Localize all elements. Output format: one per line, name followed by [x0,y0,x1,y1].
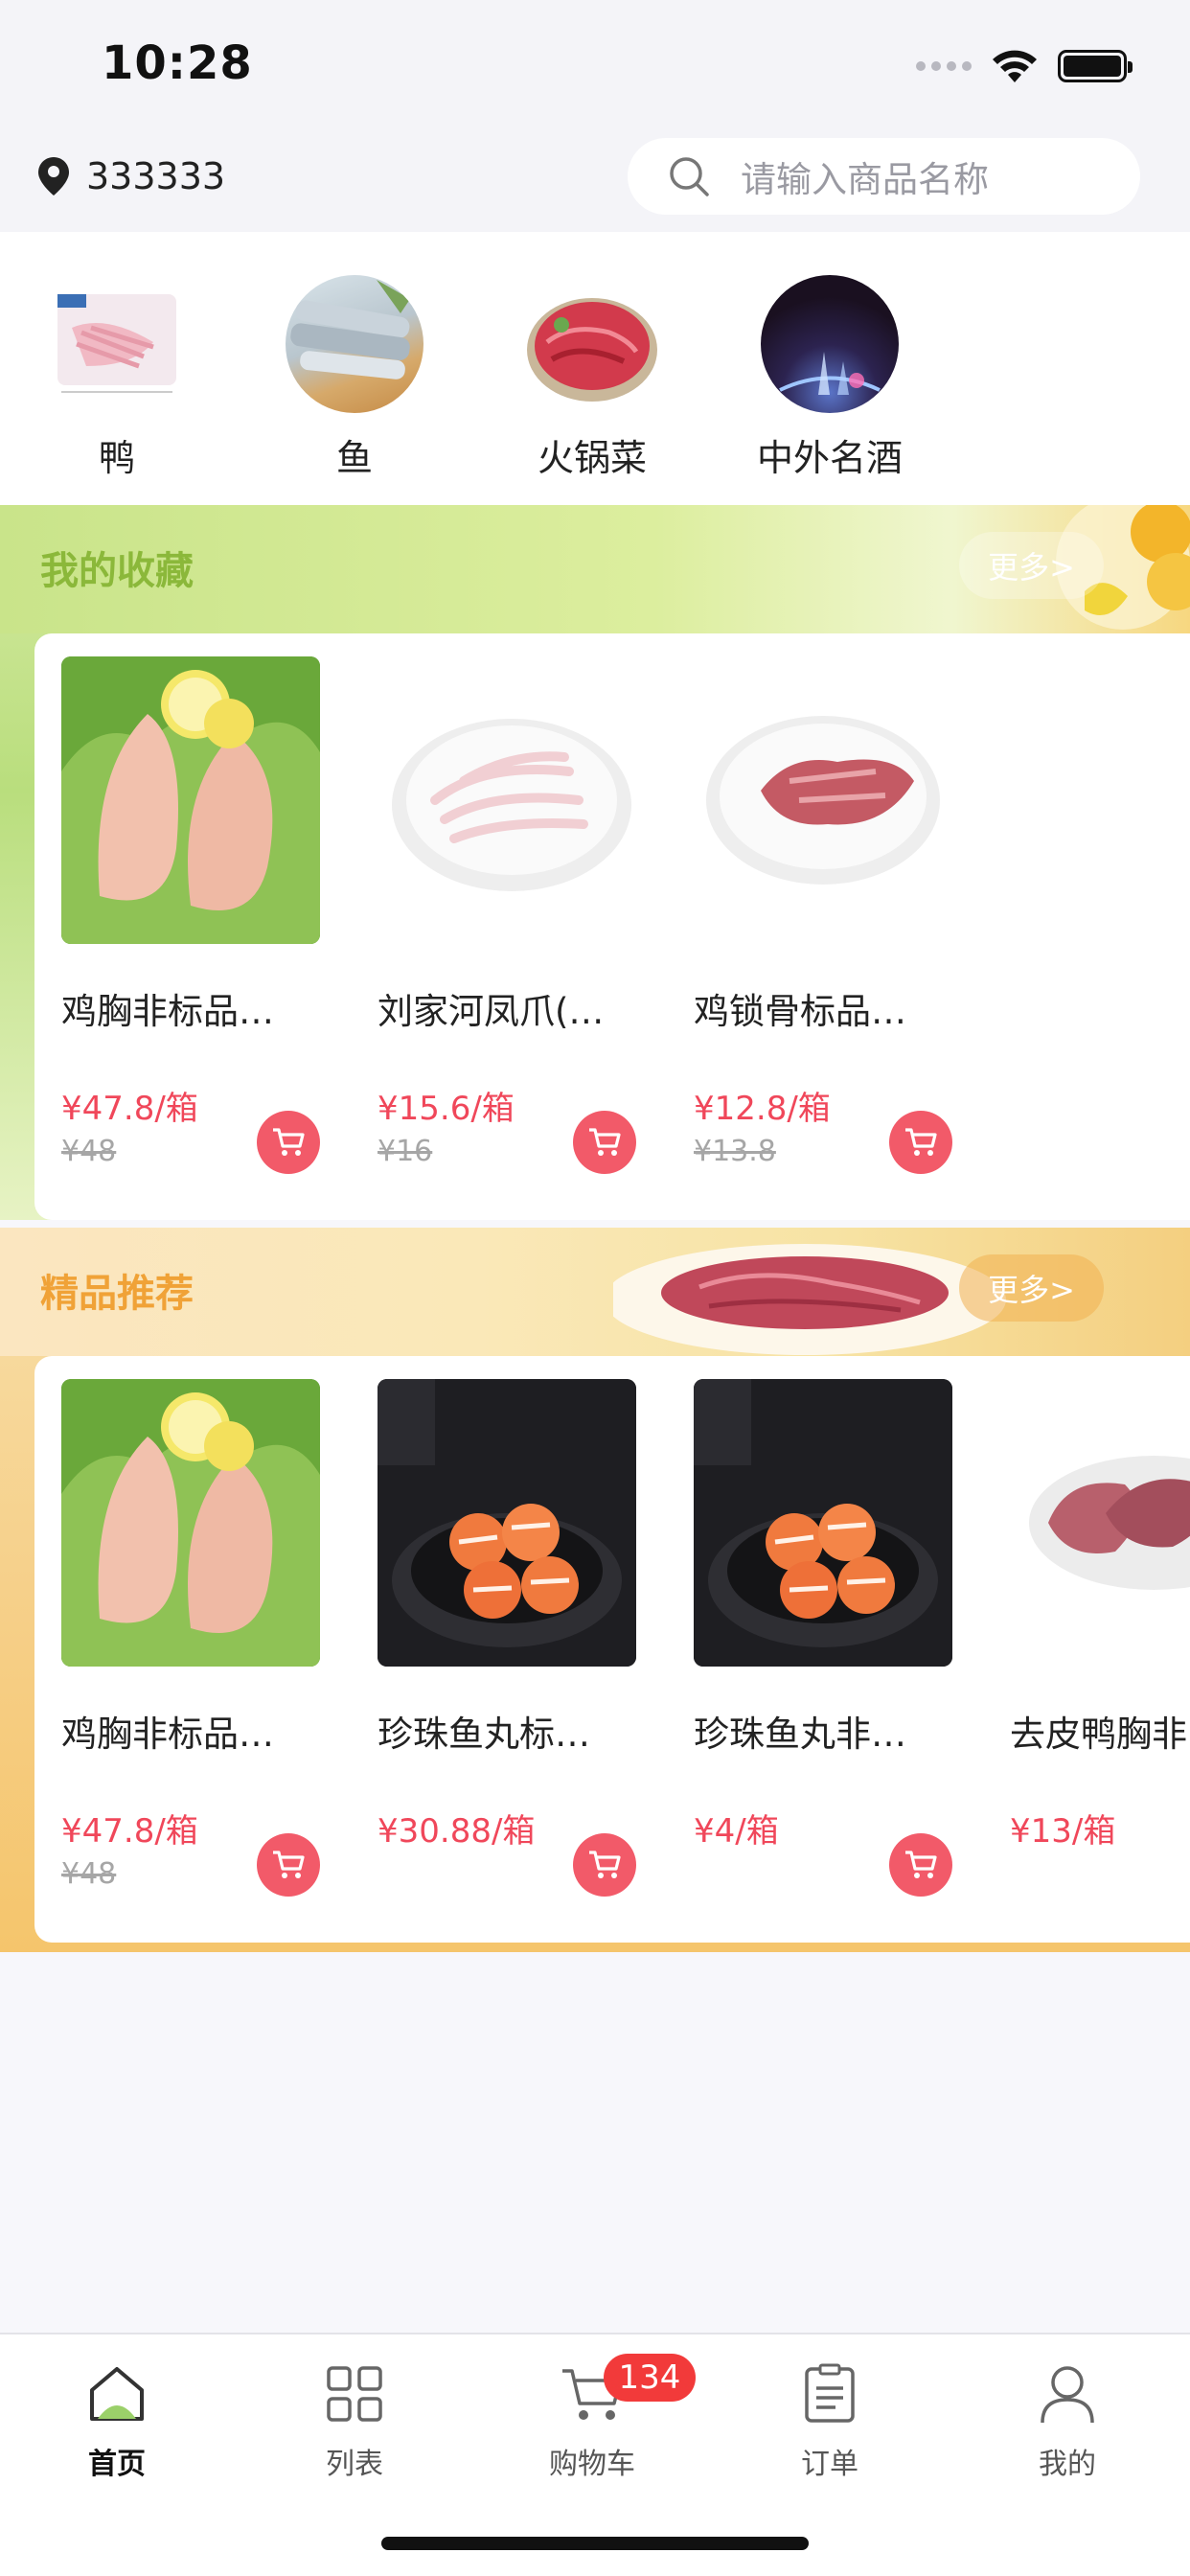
category-label: 鸭 [98,437,135,479]
cart-icon [905,1851,937,1878]
duck-breast-image [1010,1379,1190,1667]
add-to-cart-button[interactable] [573,1111,636,1174]
category-liquor[interactable]: 中外名酒 [734,275,926,481]
tab-mine[interactable]: 我的 [991,2359,1144,2482]
status-icons [916,48,1133,84]
favorites-section: 我的收藏 更多> 鸡胸非标品… ¥47.8/箱 ¥48 刘家河凤爪(… ¥15.… [0,505,1190,1220]
add-to-cart-button[interactable] [889,1833,952,1897]
home-icon [90,2367,144,2421]
category-label: 中外名酒 [756,437,903,479]
cart-icon [589,1851,621,1878]
location-selector[interactable]: 333333 [38,155,225,197]
product-name: 鸡胸非标品… [61,991,274,1032]
recommend-panel: 鸡胸非标品… ¥47.8/箱 ¥48 珍珠鱼丸标… ¥30.88/箱 珍珠鱼丸非… [34,1356,1190,1943]
fish-ball-image [694,1379,952,1667]
product-card[interactable]: 去皮鸭胸非 ¥13/箱 [1010,1379,1190,1852]
category-fish[interactable]: 鱼 [259,275,450,481]
product-name: 去皮鸭胸非 [1010,1714,1187,1755]
search-icon [670,157,709,196]
category-row: 鸭 鱼 火锅菜 中外名酒 [0,232,1190,505]
add-to-cart-button[interactable] [889,1111,952,1174]
location-pin-icon [38,157,69,196]
home-indicator [381,2537,809,2550]
category-duck[interactable]: 鸭 [21,275,213,481]
grid-icon [327,2366,382,2422]
location-text: 333333 [86,155,226,197]
tab-label: 列表 [326,2448,383,2481]
tab-label: 订单 [801,2448,858,2481]
category-label: 火锅菜 [537,437,647,479]
cart-icon [589,1128,621,1156]
battery-icon [1058,50,1133,82]
favorites-more-button[interactable]: 更多> [959,532,1104,599]
product-card[interactable]: 鸡锁骨标品… ¥12.8/箱 ¥13.8 [694,656,972,1174]
cart-icon [273,1128,305,1156]
category-label: 鱼 [335,437,373,479]
tab-list[interactable]: 列表 [278,2359,431,2482]
product-name: 珍珠鱼丸标… [378,1714,590,1755]
tab-label: 购物车 [549,2448,635,2481]
product-card[interactable]: 珍珠鱼丸标… ¥30.88/箱 [378,1379,655,1897]
product-name: 鸡胸非标品… [61,1714,274,1755]
fish-image [286,275,423,413]
recommend-section: 精品推荐 更多> 鸡胸非标品… ¥47.8/箱 ¥48 珍珠鱼丸标… ¥30.8… [0,1228,1190,1952]
product-card[interactable]: 鸡胸非标品… ¥47.8/箱 ¥48 [61,1379,339,1897]
cart-icon [273,1851,305,1878]
tab-label: 首页 [88,2448,146,2481]
recommend-more-button[interactable]: 更多> [959,1254,1104,1322]
product-card[interactable]: 刘家河凤爪(… ¥15.6/箱 ¥16 [378,656,655,1174]
order-icon [805,2363,855,2423]
fish-ball-image [378,1379,636,1667]
product-name: 刘家河凤爪(… [378,991,605,1032]
tab-orders[interactable]: 订单 [753,2359,906,2482]
status-bar: 10:28 [0,0,1190,126]
tab-home[interactable]: 首页 [40,2359,194,2482]
fountain-night-image [761,275,899,413]
favorites-title: 我的收藏 [40,549,194,593]
favorites-panel: 鸡胸非标品… ¥47.8/箱 ¥48 刘家河凤爪(… ¥15.6/箱 ¥16 鸡… [34,633,1190,1220]
add-to-cart-button[interactable] [257,1833,320,1897]
status-time: 10:28 [102,36,253,90]
product-name: 鸡锁骨标品… [694,991,906,1032]
search-placeholder: 请输入商品名称 [741,159,989,200]
product-card[interactable]: 鸡胸非标品… ¥47.8/箱 ¥48 [61,656,339,1174]
category-hotpot[interactable]: 火锅菜 [496,275,688,481]
favorites-banner: 我的收藏 更多> [0,505,1190,633]
user-icon [1041,2366,1094,2424]
product-card[interactable]: 珍珠鱼丸非… ¥4/箱 [694,1379,972,1897]
product-name: 珍珠鱼丸非… [694,1714,906,1755]
cart-count-badge: 134 [604,2354,696,2402]
chicken-bones-image [694,656,952,944]
search-input[interactable]: 请输入商品名称 [628,138,1140,215]
chicken-breast-image [61,1379,320,1667]
add-to-cart-button[interactable] [257,1111,320,1174]
wifi-icon [993,50,1037,82]
tab-label: 我的 [1039,2448,1096,2481]
cart-icon [905,1128,937,1156]
duck-feet-image [48,275,186,413]
chicken-breast-image [61,656,320,944]
product-price: ¥13/箱 [1010,1812,1116,1851]
recommend-banner: 精品推荐 更多> [0,1228,1190,1356]
add-to-cart-button[interactable] [573,1833,636,1897]
recommend-title: 精品推荐 [40,1272,194,1316]
hotpot-meat-image [523,275,661,413]
chicken-feet-image [378,656,636,944]
header: 333333 请输入商品名称 [0,126,1190,232]
tab-cart[interactable]: 134 购物车 [515,2354,696,2482]
signal-icon [916,61,972,71]
